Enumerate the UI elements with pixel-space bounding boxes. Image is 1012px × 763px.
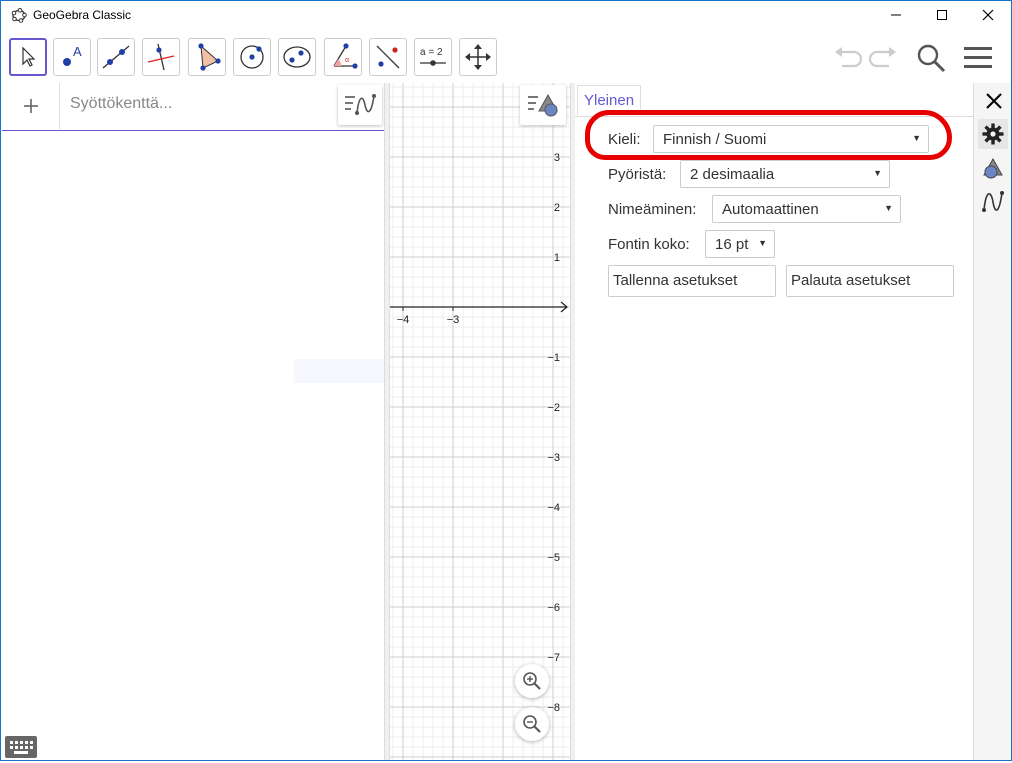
polygon-icon <box>198 43 221 71</box>
font-size-label: Fontin koko: <box>608 236 690 253</box>
maximize-button[interactable] <box>919 1 965 29</box>
graphics-view[interactable]: −6−5−4−3321−1−2−3−4−5−6−7−8 <box>390 83 570 760</box>
dropdown-arrow-icon: ▼ <box>758 238 767 248</box>
y-tick-label: −4 <box>547 502 560 514</box>
close-window-button[interactable] <box>965 1 1011 29</box>
labeling-value: Automaattinen <box>722 201 819 218</box>
algebra-input[interactable]: Syöttökenttä... <box>70 95 172 113</box>
y-tick-label: 1 <box>554 252 560 264</box>
dropdown-arrow-icon: ▼ <box>873 168 882 178</box>
reflect-tool[interactable] <box>369 38 407 76</box>
algebra-style-icon <box>345 94 376 115</box>
slider-icon: a = 2 <box>420 47 446 66</box>
rounding-label: Pyöristä: <box>608 166 667 183</box>
y-tick-label: −2 <box>547 402 560 414</box>
perpendicular-line-icon <box>147 43 175 71</box>
polygon-tool[interactable] <box>188 38 226 76</box>
plus-icon <box>23 99 38 113</box>
settings-side-panel <box>973 83 1011 760</box>
circle-center-point-icon <box>240 45 264 69</box>
zoom-in-icon <box>523 672 541 690</box>
maximize-icon <box>937 10 947 20</box>
zoom-out-icon <box>523 715 541 733</box>
dropdown-arrow-icon: ▼ <box>884 203 893 213</box>
rounding-value: 2 desimaalia <box>690 166 775 183</box>
angle-icon: α <box>333 43 358 69</box>
x-tick-label: −4 <box>397 314 410 326</box>
svg-text:a = 2: a = 2 <box>420 47 443 58</box>
title-bar: GeoGebra Classic <box>1 1 1011 29</box>
settings-panel: Yleinen Kieli: Finnish / Suomi ▼ Pyörist… <box>575 83 973 760</box>
y-tick-label: −7 <box>547 652 560 664</box>
close-icon <box>986 93 1002 109</box>
search-icon <box>917 44 946 73</box>
hamburger-menu-icon <box>964 47 992 68</box>
line-tool[interactable] <box>97 38 135 76</box>
algebra-settings-tab[interactable] <box>978 187 1008 217</box>
angle-tool[interactable]: α <box>324 38 362 76</box>
labeling-label: Nimeäminen: <box>608 201 697 218</box>
geogebra-window: GeoGebra Classic A α a = 2 Syöttökenttä.… <box>0 0 1012 761</box>
y-tick-label: −1 <box>547 352 560 364</box>
svg-text:A: A <box>73 44 82 59</box>
toolbar: A α a = 2 <box>1 29 1011 83</box>
algebra-view: Syöttökenttä... <box>2 83 492 760</box>
add-item-button[interactable] <box>2 83 60 129</box>
reflect-about-line-icon <box>376 45 400 69</box>
redo-icon <box>869 47 896 68</box>
algebra-style-button[interactable] <box>338 85 382 125</box>
y-tick-label: 2 <box>554 202 560 214</box>
graphics-view-icon <box>983 157 1003 179</box>
circle-tool[interactable] <box>233 38 271 76</box>
x-tick-label: −3 <box>447 314 460 326</box>
minimize-icon <box>891 14 901 16</box>
close-settings-button[interactable] <box>981 89 1007 113</box>
general-settings-tab[interactable] <box>978 119 1008 149</box>
close-icon <box>982 9 994 21</box>
geogebra-logo-icon <box>11 8 27 23</box>
redo-button[interactable] <box>868 42 900 74</box>
pointer-arrow-icon <box>22 46 36 67</box>
gear-icon <box>982 123 1004 145</box>
minimize-button[interactable] <box>873 1 919 29</box>
labeling-select[interactable]: Automaattinen ▼ <box>712 195 901 223</box>
point-icon: A <box>63 44 82 66</box>
main-menu-button[interactable] <box>962 42 994 74</box>
ellipse-icon <box>283 46 311 68</box>
y-tick-label: 3 <box>554 152 560 164</box>
y-tick-label: −5 <box>547 552 560 564</box>
slider-tool[interactable]: a = 2 <box>414 38 452 76</box>
ellipse-tool[interactable] <box>278 38 316 76</box>
save-settings-button[interactable]: Tallenna asetukset <box>608 265 776 297</box>
undo-icon <box>835 47 862 68</box>
algebra-function-icon <box>982 191 1004 212</box>
y-tick-label: −3 <box>547 452 560 464</box>
zoom-out-button[interactable] <box>515 707 549 741</box>
coordinate-grid: −6−5−4−3321−1−2−3−4−5−6−7−8 <box>390 83 570 760</box>
search-button[interactable] <box>915 42 947 74</box>
virtual-keyboard-button[interactable] <box>5 736 37 758</box>
perpendicular-line-tool[interactable] <box>142 38 180 76</box>
window-title: GeoGebra Classic <box>33 8 132 22</box>
move-graphics-icon <box>465 44 491 70</box>
graphics-style-button[interactable] <box>520 85 566 125</box>
rounding-select[interactable]: 2 desimaalia ▼ <box>680 160 890 188</box>
graphics-settings-tab[interactable] <box>978 153 1008 183</box>
move-tool[interactable] <box>9 38 47 76</box>
font-size-value: 16 pt <box>715 236 749 253</box>
graphics-style-icon <box>528 93 558 117</box>
red-highlight-annotation <box>585 110 952 160</box>
move-graphics-view-tool[interactable] <box>459 38 497 76</box>
svg-text:α: α <box>345 57 349 64</box>
point-tool[interactable]: A <box>53 38 91 76</box>
restore-settings-button[interactable]: Palauta asetukset <box>786 265 954 297</box>
keyboard-icon <box>10 741 33 754</box>
algebra-input-row: Syöttökenttä... <box>2 83 384 131</box>
undo-button[interactable] <box>831 42 863 74</box>
zoom-in-button[interactable] <box>515 664 549 698</box>
font-size-select[interactable]: 16 pt ▼ <box>705 230 775 258</box>
y-tick-label: −6 <box>547 602 560 614</box>
line-icon <box>102 45 130 69</box>
y-tick-label: −8 <box>547 702 560 714</box>
